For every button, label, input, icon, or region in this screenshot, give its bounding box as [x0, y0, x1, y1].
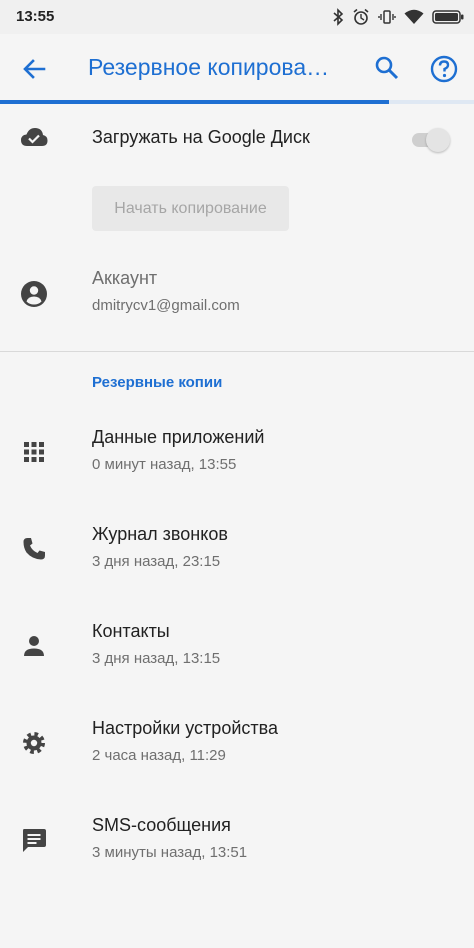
back-button[interactable]: [18, 53, 50, 85]
backup-item-subtitle: 3 дня назад, 23:15: [92, 553, 221, 570]
backup-item-title: Журнал звонков: [92, 524, 228, 544]
drive-backup-toggle[interactable]: [410, 126, 452, 154]
page-title: Резервное копирова…: [88, 54, 330, 80]
backup-progress-fill: [0, 100, 389, 104]
wifi-icon: [404, 9, 424, 25]
divider: [0, 351, 474, 352]
vibrate-icon: [378, 8, 396, 26]
alarm-icon: [352, 8, 370, 26]
backup-item-call-log[interactable]: Журнал звонков 3 дня назад, 23:15: [0, 509, 474, 605]
backup-item-subtitle: 0 минут назад, 13:55: [92, 456, 237, 473]
help-icon: [430, 55, 458, 83]
start-backup-button[interactable]: Начать копирование: [92, 186, 289, 231]
backup-progress-bar: [0, 100, 474, 104]
account-label: Аккаунт: [92, 268, 158, 288]
apps-grid-icon: [20, 438, 48, 466]
backup-item-contacts[interactable]: Контакты 3 дня назад, 13:15: [0, 606, 474, 702]
bluetooth-icon: [332, 8, 344, 26]
status-icons: [332, 7, 464, 27]
backup-item-title: Контакты: [92, 621, 170, 641]
help-button[interactable]: [428, 53, 460, 85]
toggle-thumb: [426, 128, 450, 152]
search-icon: [375, 56, 399, 80]
account-email: dmitrycv1@gmail.com: [92, 297, 240, 314]
person-icon: [20, 632, 48, 660]
battery-icon: [432, 9, 464, 25]
backup-item-device-settings[interactable]: Настройки устройства 2 часа назад, 11:29: [0, 703, 474, 799]
message-icon: [20, 826, 48, 854]
backup-item-subtitle: 3 дня назад, 13:15: [92, 650, 221, 667]
app-bar: Резервное копирова…: [0, 34, 474, 102]
account-circle-icon: [20, 280, 48, 308]
search-button[interactable]: [372, 53, 402, 83]
phone-icon: [20, 535, 48, 563]
backups-section-header: Резервные копии: [92, 374, 223, 391]
backup-item-title: Настройки устройства: [92, 718, 278, 738]
backup-item-title: Данные приложений: [92, 427, 265, 447]
backup-item-sms[interactable]: SMS-сообщения 3 минуты назад, 13:51: [0, 800, 474, 896]
backup-item-title: SMS-сообщения: [92, 815, 231, 835]
arrow-back-icon: [23, 59, 46, 79]
cloud-done-icon: [20, 124, 48, 152]
backup-item-app-data[interactable]: Данные приложений 0 минут назад, 13:55: [0, 412, 474, 508]
backup-item-subtitle: 2 часа назад, 11:29: [92, 747, 226, 764]
settings-gear-icon: [20, 729, 48, 757]
status-time: 13:55: [16, 8, 55, 25]
status-bar: 13:55: [0, 0, 474, 34]
drive-backup-label: Загружать на Google Диск: [92, 127, 310, 147]
backup-item-subtitle: 3 минуты назад, 13:51: [92, 844, 248, 861]
